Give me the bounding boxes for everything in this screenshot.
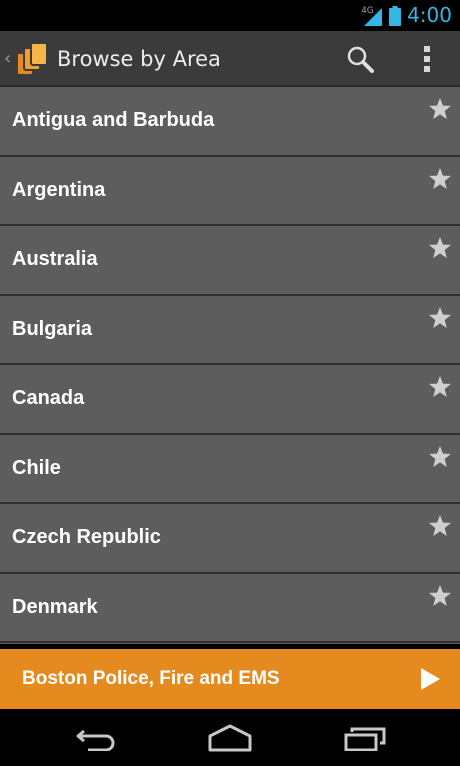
- star-icon[interactable]: [428, 97, 452, 121]
- star-icon[interactable]: [428, 306, 452, 330]
- page-title: Browse by Area: [57, 47, 221, 71]
- app-logo-icon[interactable]: [16, 42, 49, 77]
- nav-back-button[interactable]: [68, 721, 124, 755]
- list-item-label: Australia: [12, 248, 98, 270]
- list-item[interactable]: Antigua and Barbuda: [0, 87, 460, 157]
- list-item-label: Canada: [12, 387, 85, 409]
- search-icon: [347, 46, 374, 73]
- battery-icon: [389, 5, 402, 26]
- list-item[interactable]: Australia: [0, 226, 460, 296]
- nav-home-button[interactable]: [202, 721, 258, 755]
- clock: 4:00: [407, 3, 452, 27]
- now-playing-bar[interactable]: Boston Police, Fire and EMS: [0, 649, 460, 709]
- star-icon[interactable]: [428, 375, 452, 399]
- list-item[interactable]: Denmark: [0, 573, 460, 643]
- back-icon: [76, 729, 115, 751]
- play-button[interactable]: [416, 665, 444, 693]
- list-item[interactable]: Canada: [0, 365, 460, 435]
- list-item[interactable]: Bulgaria: [0, 295, 460, 365]
- play-icon: [421, 668, 440, 690]
- list-item[interactable]: Czech Republic: [0, 504, 460, 574]
- list-item-label: Antigua and Barbuda: [12, 109, 215, 131]
- status-bar: 4G 4:00: [0, 0, 460, 31]
- list-item[interactable]: Argentina: [0, 156, 460, 226]
- search-button[interactable]: [338, 39, 382, 79]
- back-caret-icon[interactable]: ‹: [4, 48, 11, 69]
- list-item[interactable]: Chile: [0, 434, 460, 504]
- star-icon[interactable]: [428, 584, 452, 608]
- nav-recent-apps-button[interactable]: [338, 721, 394, 755]
- overflow-menu-button[interactable]: [407, 39, 447, 79]
- network-indicator: 4G: [361, 4, 383, 28]
- list-item-label: Bulgaria: [12, 317, 93, 340]
- system-nav-bar: [0, 709, 460, 766]
- status-icons: 4G 4:00: [361, 0, 452, 31]
- area-list[interactable]: Antigua and Barbuda Argentina Australia Bul…: [0, 87, 460, 644]
- signal-icon: [364, 7, 383, 26]
- overflow-menu-icon: [424, 46, 430, 72]
- list-item-label: Denmark: [12, 595, 98, 618]
- star-icon[interactable]: [428, 236, 452, 260]
- home-icon: [208, 724, 252, 752]
- list-item-label: Argentina: [12, 178, 106, 201]
- star-icon[interactable]: [428, 167, 452, 191]
- star-icon[interactable]: [428, 514, 452, 538]
- now-playing-title[interactable]: Boston Police, Fire and EMS: [22, 649, 280, 709]
- list-item-label: Chile: [12, 456, 61, 479]
- recent-apps-icon: [344, 727, 386, 751]
- list-item-label: Czech Republic: [12, 526, 161, 548]
- action-bar: ‹ Browse by Area: [0, 31, 460, 87]
- star-icon[interactable]: [428, 445, 452, 469]
